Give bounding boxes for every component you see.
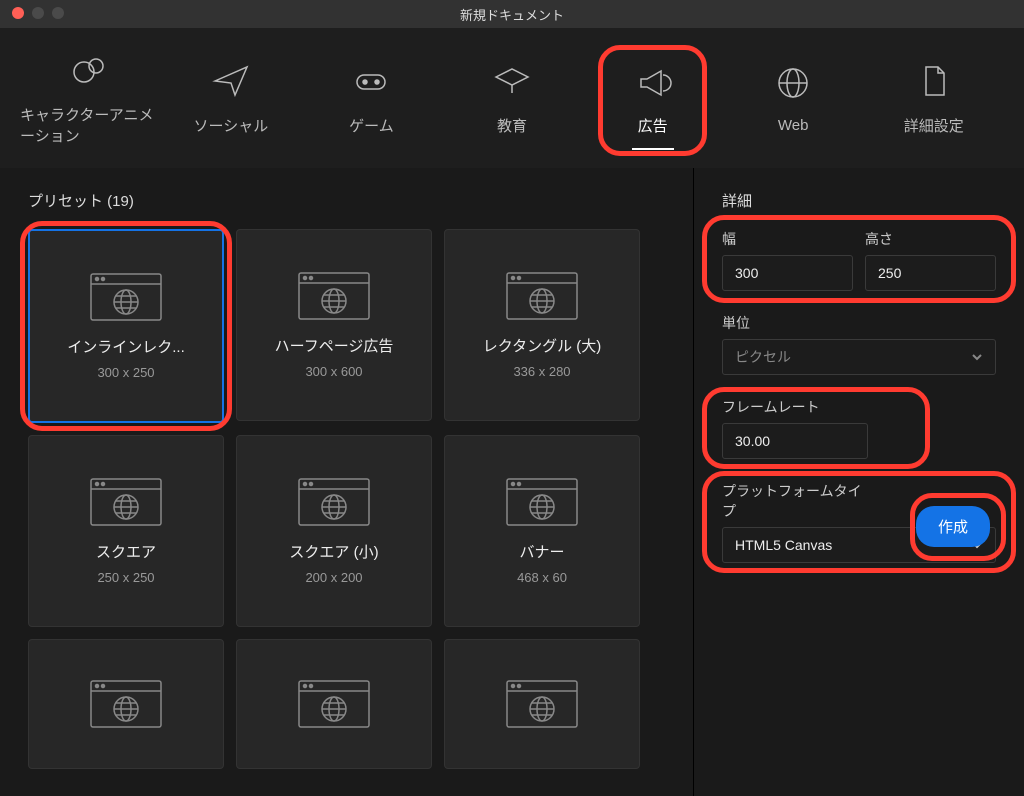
- preset-card[interactable]: インラインレク... 300 x 250: [28, 229, 224, 423]
- preset-dim: 200 x 200: [305, 570, 362, 585]
- tab-advanced[interactable]: 詳細設定: [863, 51, 1004, 146]
- tab-label: ソーシャル: [194, 115, 269, 136]
- preset-dim: 468 x 60: [517, 570, 567, 585]
- platform-label: プラットフォームタイプ: [722, 481, 862, 521]
- preset-card[interactable]: レクタングル (大) 336 x 280: [444, 229, 640, 421]
- tab-ads[interactable]: 広告: [582, 51, 723, 146]
- preset-name: レクタングル (大): [483, 335, 602, 356]
- tab-social[interactable]: ソーシャル: [161, 51, 302, 146]
- web-preset-icon: [297, 271, 371, 321]
- preset-card[interactable]: ハーフページ広告 300 x 600: [236, 229, 432, 421]
- preset-name: スクエア: [96, 541, 156, 562]
- unit-label: 単位: [722, 313, 996, 333]
- preset-dim: 336 x 280: [513, 364, 570, 379]
- create-button[interactable]: 作成: [916, 506, 990, 547]
- web-preset-icon: [89, 679, 163, 729]
- preset-name: インラインレク...: [67, 336, 185, 357]
- tab-label: キャラクターアニメーション: [20, 104, 161, 146]
- tab-game[interactable]: ゲーム: [301, 51, 442, 146]
- web-preset-icon: [89, 272, 163, 322]
- preset-card[interactable]: バナー 468 x 60: [444, 435, 640, 627]
- titlebar: 新規ドキュメント: [0, 0, 1024, 28]
- width-label: 幅: [722, 229, 853, 249]
- preset-card[interactable]: [236, 639, 432, 769]
- height-input[interactable]: 250: [865, 255, 996, 291]
- globe-icon: [773, 63, 813, 103]
- fps-label: フレームレート: [722, 397, 892, 417]
- chevron-down-icon: [971, 351, 983, 363]
- gamepad-icon: [351, 61, 391, 101]
- preset-dim: 250 x 250: [97, 570, 154, 585]
- preset-card[interactable]: [28, 639, 224, 769]
- preset-card[interactable]: [444, 639, 640, 769]
- preset-dim: 300 x 600: [305, 364, 362, 379]
- category-tabs: キャラクターアニメーション ソーシャル ゲーム 教育 広告 Web 詳細設定: [0, 28, 1024, 168]
- min-dot[interactable]: [32, 7, 44, 19]
- tab-label: 詳細設定: [904, 115, 964, 136]
- graduation-icon: [492, 61, 532, 101]
- preset-grid: インラインレク... 300 x 250 ハーフページ広告 300 x 600 …: [28, 229, 665, 769]
- tab-label: 教育: [497, 115, 527, 136]
- web-preset-icon: [505, 679, 579, 729]
- document-icon: [914, 61, 954, 101]
- width-input[interactable]: 300: [722, 255, 853, 291]
- character-icon: [70, 50, 110, 90]
- web-preset-icon: [505, 477, 579, 527]
- preset-dim: 300 x 250: [97, 365, 154, 380]
- preset-card[interactable]: スクエア (小) 200 x 200: [236, 435, 432, 627]
- web-preset-icon: [505, 271, 579, 321]
- fps-input[interactable]: 30.00: [722, 423, 868, 459]
- web-preset-icon: [89, 477, 163, 527]
- paper-plane-icon: [211, 61, 251, 101]
- web-preset-icon: [297, 477, 371, 527]
- detail-heading: 詳細: [694, 190, 1024, 211]
- tab-web[interactable]: Web: [723, 53, 864, 144]
- max-dot[interactable]: [52, 7, 64, 19]
- tab-education[interactable]: 教育: [442, 51, 583, 146]
- window-title: 新規ドキュメント: [460, 5, 564, 24]
- close-dot[interactable]: [12, 7, 24, 19]
- tab-character[interactable]: キャラクターアニメーション: [20, 40, 161, 156]
- tab-label: Web: [778, 117, 809, 134]
- tab-label: ゲーム: [349, 115, 394, 136]
- presets-heading: プリセット (19): [28, 190, 665, 211]
- web-preset-icon: [297, 679, 371, 729]
- megaphone-icon: [633, 61, 673, 101]
- window-controls: [12, 7, 64, 19]
- preset-name: スクエア (小): [289, 541, 378, 562]
- preset-card[interactable]: スクエア 250 x 250: [28, 435, 224, 627]
- preset-name: バナー: [519, 541, 564, 562]
- height-label: 高さ: [865, 229, 996, 249]
- unit-select[interactable]: ピクセル: [722, 339, 996, 375]
- tab-label: 広告: [638, 115, 668, 136]
- preset-name: ハーフページ広告: [275, 335, 394, 356]
